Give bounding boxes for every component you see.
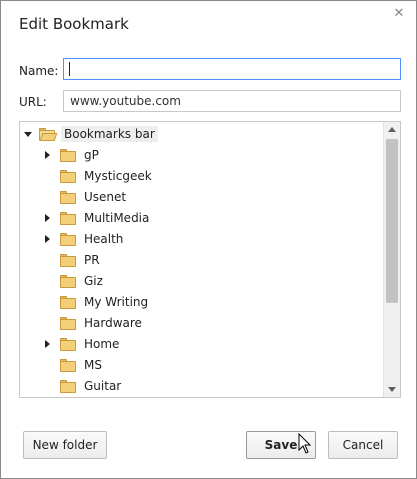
tree-item-usenet[interactable]: Usenet [20,187,382,208]
tree-item-label: Usenet [84,190,127,204]
folder-open-icon [39,128,58,141]
tree-item-guitar[interactable]: Guitar [20,376,382,397]
tree-item-bookmarks-bar[interactable]: Bookmarks bar [20,124,382,145]
tree-item-ms[interactable]: MS [20,355,382,376]
url-input[interactable]: www.youtube.com [63,90,401,112]
folder-icon [60,338,76,351]
folder-tree[interactable]: Bookmarks bar gP Mysticgeek Usenet MultiMedi… [19,121,401,398]
mouse-pointer-icon [298,433,312,454]
edit-bookmark-dialog: Edit Bookmark ✕ Name: URL: www.youtube.c… [0,0,417,479]
tree-item-health[interactable]: Health [20,229,382,250]
folder-icon [60,149,76,162]
tree-item-hardware[interactable]: Hardware [20,313,382,334]
tree-item-pr[interactable]: PR [20,250,382,271]
tree-item-label: MS [84,358,102,372]
tree-item-label: Home [84,337,120,351]
tree-item-label: gP [84,148,99,162]
folder-icon [60,191,76,204]
new-folder-button[interactable]: New folder [23,431,107,459]
tree-item-gp[interactable]: gP [20,145,382,166]
expand-arrow-down-icon[interactable] [24,132,32,137]
tree-scrollbar[interactable] [383,122,400,397]
tree-item-label: Hardware [84,316,142,330]
tree-item-my-writing[interactable]: My Writing [20,292,382,313]
tree-item-label: Guitar [84,379,122,393]
tree-item-label: MultiMedia [84,211,150,225]
tree-item-mysticgeek[interactable]: Mysticgeek [20,166,382,187]
tree-item-home[interactable]: Home [20,334,382,355]
expand-arrow-right-icon[interactable] [45,151,50,159]
folder-icon [60,275,76,288]
cancel-button[interactable]: Cancel [328,431,398,459]
tree-item-label: PR [84,253,100,267]
folder-icon [60,254,76,267]
folder-icon [60,317,76,330]
dialog-title: Edit Bookmark [19,15,129,33]
tree-item-label: My Writing [84,295,149,309]
tree-item-label: Mysticgeek [84,169,152,183]
text-caret [69,62,70,76]
url-label: URL: [19,95,47,109]
expand-arrow-right-icon[interactable] [45,235,50,243]
tree-item-giz[interactable]: Giz [20,271,382,292]
tree-item-label: Giz [84,274,103,288]
folder-icon [60,170,76,183]
scrollbar-thumb[interactable] [386,139,398,303]
scroll-up-arrow-icon[interactable] [388,127,396,132]
name-label: Name: [19,64,59,78]
tree-item-label: Bookmarks bar [61,126,158,142]
name-input[interactable] [63,58,401,80]
folder-icon [60,296,76,309]
expand-arrow-right-icon[interactable] [45,340,50,348]
folder-icon [60,380,76,393]
folder-icon [60,359,76,372]
folder-icon [60,233,76,246]
folder-icon [60,212,76,225]
scroll-down-arrow-icon[interactable] [388,387,396,392]
tree-item-label: Health [84,232,124,246]
expand-arrow-right-icon[interactable] [45,214,50,222]
close-icon[interactable]: ✕ [392,7,406,21]
tree-item-multimedia[interactable]: MultiMedia [20,208,382,229]
